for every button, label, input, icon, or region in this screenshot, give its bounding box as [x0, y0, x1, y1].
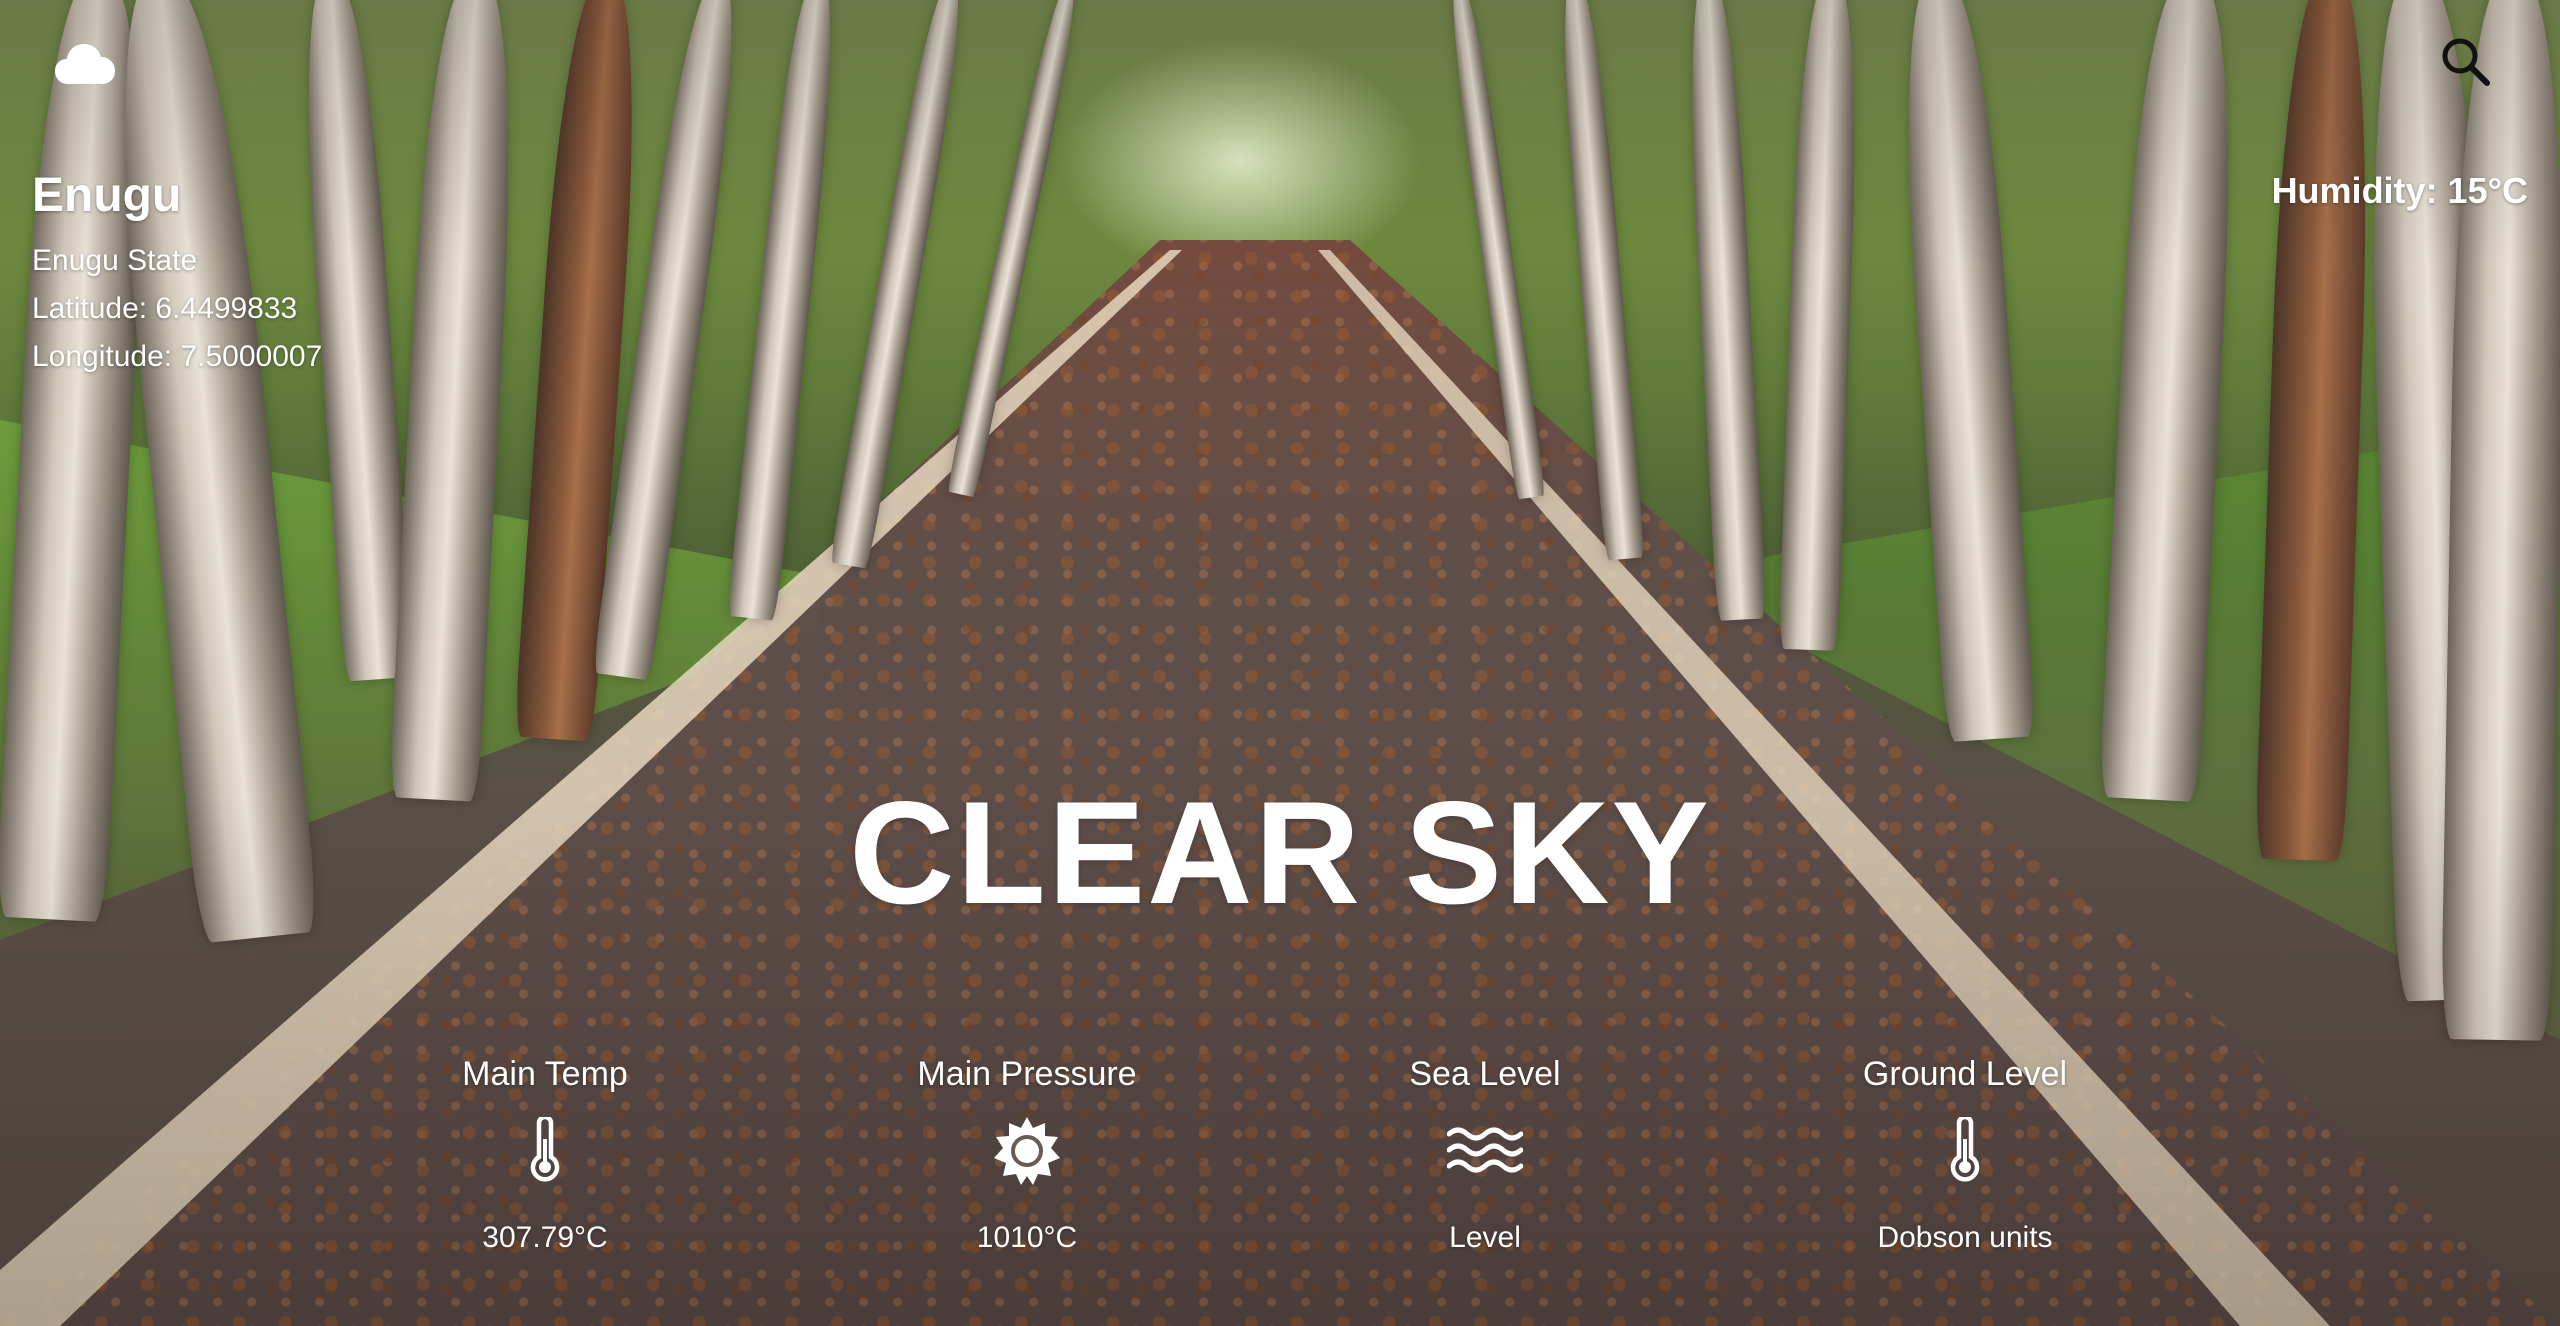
- stat-value: 307.79°C: [482, 1221, 608, 1254]
- stat-label: Main Temp: [462, 1055, 628, 1093]
- humidity-readout: Humidity: 15°C: [2271, 170, 2528, 211]
- stat-value: Level: [1449, 1221, 1521, 1254]
- thermometer-icon: [365, 1110, 725, 1190]
- stat-main-pressure: Main Pressure 1010°C: [847, 1050, 1207, 1260]
- cloud-icon: [54, 42, 116, 86]
- stat-value: Dobson units: [1877, 1221, 2053, 1254]
- waves-icon: [1305, 1110, 1665, 1190]
- weather-condition: CLEAR SKY: [849, 771, 1711, 934]
- city-name: Enugu: [32, 169, 182, 222]
- stat-sea-level: Sea Level Level: [1305, 1050, 1665, 1260]
- thermometer-icon: [1785, 1110, 2145, 1190]
- state-name: Enugu State: [32, 243, 198, 277]
- stat-value: 1010°C: [976, 1221, 1078, 1254]
- cloud-icon-svg: [55, 44, 115, 84]
- search-icon[interactable]: [2440, 36, 2492, 88]
- search-icon-svg: [2442, 38, 2490, 86]
- stat-label: Ground Level: [1862, 1055, 2068, 1093]
- location-info: Enugu Enugu State Latitude: 6.4499833 Lo…: [32, 169, 323, 381]
- sun-icon: [847, 1110, 1207, 1190]
- stat-main-temp: Main Temp 307.79°C: [365, 1050, 725, 1260]
- weather-app: Enugu Enugu State Latitude: 6.4499833 Lo…: [0, 0, 2560, 1326]
- stat-label: Main Pressure: [917, 1055, 1137, 1093]
- longitude: Longitude: 7.5000007: [32, 339, 323, 373]
- latitude: Latitude: 6.4499833: [32, 291, 298, 325]
- stat-label: Sea Level: [1409, 1055, 1561, 1093]
- stat-ground-level: Ground Level Dobson units: [1785, 1050, 2145, 1260]
